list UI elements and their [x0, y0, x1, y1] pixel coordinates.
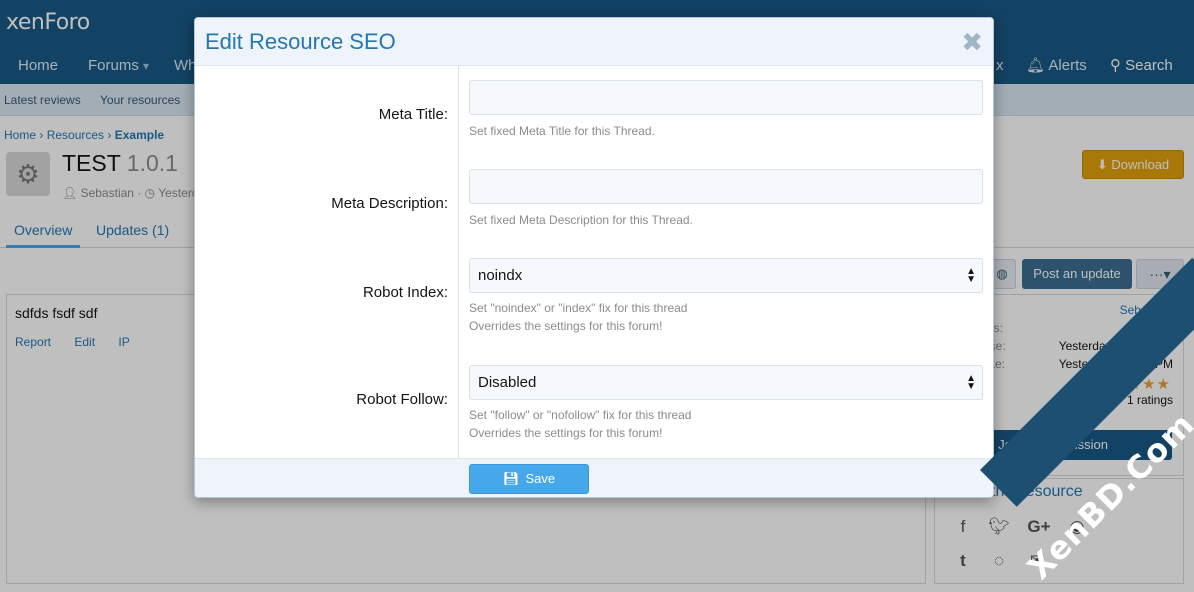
label-column: Meta Title: Meta Description: Robot Inde…	[195, 66, 459, 458]
meta-description-label: Meta Description:	[331, 195, 448, 212]
modal-footer: 💾︎ Save	[195, 458, 993, 497]
robot-follow-label: Robot Follow:	[356, 391, 448, 408]
robot-index-value: noindx	[478, 267, 523, 284]
robot-follow-select[interactable]: Disabled ▲ ▼	[469, 365, 983, 400]
robot-index-select[interactable]: noindx ▲ ▼	[469, 258, 983, 293]
meta-title-hint: Set fixed Meta Title for this Thread.	[469, 124, 655, 138]
robot-follow-value: Disabled	[478, 374, 537, 391]
robot-index-hint: Set "noindex" or "index" fix for this th…	[469, 299, 687, 335]
robot-follow-hint-line1: Set "follow" or "nofollow" fix for this …	[469, 408, 692, 422]
close-icon[interactable]: ✖	[961, 27, 983, 58]
select-arrows-icon: ▲ ▼	[966, 373, 976, 392]
robot-follow-hint: Set "follow" or "nofollow" fix for this …	[469, 406, 691, 442]
meta-description-input[interactable]	[469, 169, 983, 204]
robot-index-hint-line2: Overrides the settings for this forum!	[469, 319, 663, 333]
select-arrows-icon: ▲ ▼	[966, 266, 976, 285]
save-button[interactable]: 💾︎ Save	[469, 464, 589, 494]
meta-title-input[interactable]	[469, 80, 983, 115]
meta-description-hint: Set fixed Meta Description for this Thre…	[469, 213, 693, 227]
edit-seo-modal: Edit Resource SEO ✖ Meta Title: Meta Des…	[194, 17, 994, 498]
robot-follow-hint-line2: Overrides the settings for this forum!	[469, 426, 663, 440]
modal-header: Edit Resource SEO ✖	[195, 18, 993, 66]
robot-index-label: Robot Index:	[362, 284, 448, 301]
modal-title: Edit Resource SEO	[205, 29, 396, 54]
save-icon: 💾︎	[502, 471, 520, 486]
robot-index-hint-line1: Set "noindex" or "index" fix for this th…	[469, 301, 688, 315]
save-label: Save	[525, 471, 556, 486]
meta-title-label: Meta Title:	[378, 106, 448, 123]
